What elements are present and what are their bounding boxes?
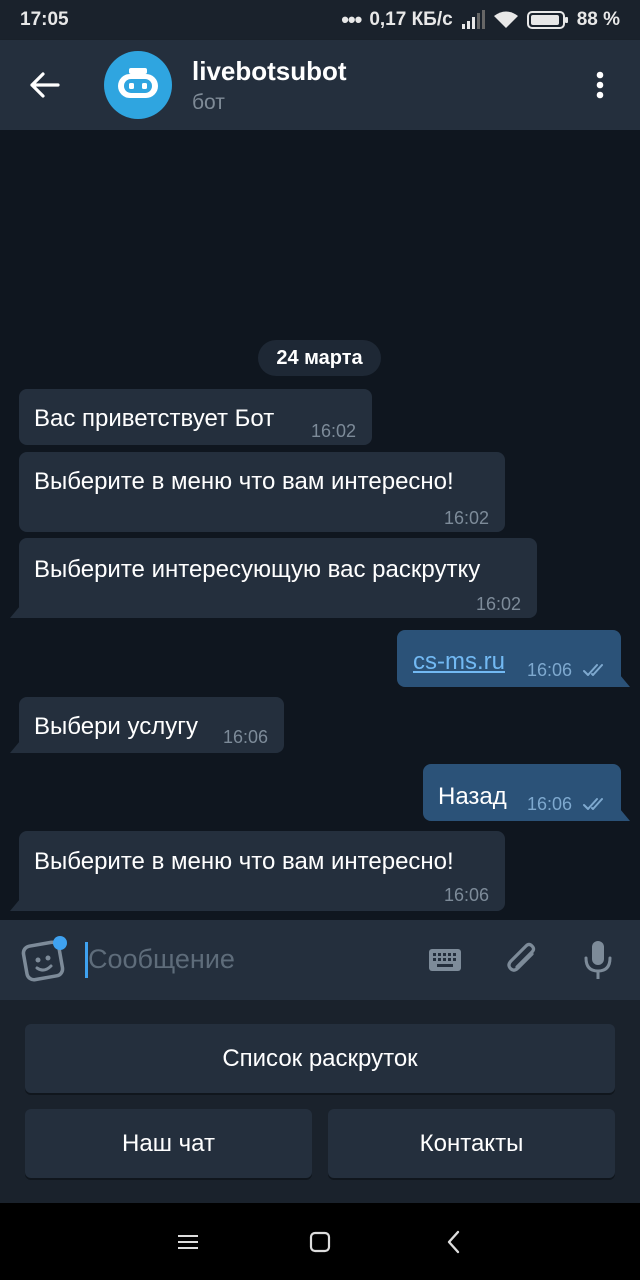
robot-icon bbox=[118, 68, 158, 98]
bubble-tail bbox=[620, 675, 630, 687]
message-time: 16:02 bbox=[444, 508, 490, 528]
battery-percent: 88 % bbox=[576, 9, 620, 30]
status-bar: 17:05 ••• 0,17 КБ/с 88 % bbox=[0, 0, 640, 40]
menu-icon bbox=[178, 1234, 198, 1249]
battery-icon bbox=[526, 11, 568, 29]
paperclip-icon bbox=[507, 942, 536, 972]
message-link[interactable]: cs-ms.ru bbox=[413, 648, 505, 676]
sticker-icon bbox=[21, 936, 67, 982]
message-text: Вас приветствует Бот bbox=[34, 405, 275, 432]
home-square-icon bbox=[309, 1231, 331, 1252]
signal-icon bbox=[461, 10, 485, 29]
bot-reply-keyboard: Список раскруток Наш чат Контакты bbox=[0, 1000, 640, 1203]
message-time: 16:06 bbox=[527, 660, 573, 680]
recent-apps-button[interactable] bbox=[158, 1203, 218, 1280]
chat-title: livebotsubot bbox=[192, 55, 347, 86]
message-time: 16:02 bbox=[476, 594, 522, 614]
message-text: Выберите в меню что вам интересно! bbox=[34, 848, 454, 875]
back-arrow-icon bbox=[30, 72, 60, 98]
chat-header: livebotsubot бот bbox=[0, 40, 640, 130]
message-input[interactable]: Сообщение bbox=[88, 944, 235, 975]
message-text: Выберите интересующую вас раскрутку bbox=[34, 556, 481, 583]
status-time: 17:05 bbox=[20, 9, 69, 30]
bot-avatar[interactable] bbox=[104, 51, 172, 119]
message-outgoing[interactable]: cs-ms.ru 16:06 bbox=[397, 630, 630, 687]
message-incoming[interactable]: Выберите интересующую вас раскрутку 16:0… bbox=[10, 538, 537, 618]
message-text: Выбери услугу bbox=[34, 713, 198, 740]
message-incoming[interactable]: Выберите в меню что вам интересно! 16:02 bbox=[19, 452, 505, 532]
bubble-tail bbox=[620, 809, 630, 821]
date-separator: 24 марта bbox=[258, 340, 381, 376]
bubble-tail bbox=[10, 741, 20, 753]
more-menu-button[interactable] bbox=[560, 40, 640, 130]
chevron-left-icon bbox=[447, 1230, 460, 1253]
read-checkmarks-icon bbox=[583, 664, 603, 676]
keyboard-button-promotions-list[interactable]: Список раскруток bbox=[25, 1024, 615, 1093]
network-speed: 0,17 КБ/с bbox=[369, 9, 453, 30]
chat-area[interactable]: 24 марта Вас приветствует Бот 16:02 Выбе… bbox=[0, 130, 640, 920]
keyboard-button-contacts[interactable]: Контакты bbox=[328, 1109, 615, 1178]
chat-subtitle: бот bbox=[192, 90, 225, 114]
status-indicators: ••• 0,17 КБ/с 88 % bbox=[341, 9, 620, 31]
bot-keyboard-toggle-button[interactable] bbox=[420, 940, 470, 980]
more-vertical-icon bbox=[596, 71, 604, 99]
system-navigation-bar bbox=[0, 1203, 640, 1280]
system-back-button[interactable] bbox=[424, 1203, 484, 1280]
message-time: 16:02 bbox=[311, 421, 357, 441]
back-button[interactable] bbox=[0, 40, 90, 130]
voice-record-button[interactable] bbox=[574, 934, 622, 986]
home-button[interactable] bbox=[290, 1203, 350, 1280]
message-composer: Сообщение bbox=[0, 920, 640, 1000]
bubble-tail bbox=[10, 606, 20, 618]
notification-dots-icon: ••• bbox=[341, 7, 362, 32]
message-incoming[interactable]: Выбери услугу 16:06 bbox=[10, 697, 284, 753]
message-time: 16:06 bbox=[444, 885, 490, 905]
message-outgoing[interactable]: Назад 16:06 bbox=[423, 764, 630, 821]
message-incoming[interactable]: Выберите в меню что вам интересно! 16:06 bbox=[10, 831, 505, 911]
message-time: 16:06 bbox=[223, 727, 269, 747]
message-incoming[interactable]: Вас приветствует Бот 16:02 bbox=[19, 389, 372, 445]
read-checkmarks-icon bbox=[583, 798, 603, 810]
sticker-button[interactable] bbox=[18, 936, 72, 984]
message-text: Назад bbox=[438, 783, 507, 810]
message-text: Выберите в меню что вам интересно! bbox=[34, 468, 454, 495]
microphone-icon bbox=[584, 941, 612, 979]
attach-button[interactable] bbox=[498, 936, 546, 984]
message-time: 16:06 bbox=[527, 794, 573, 814]
keyboard-button-our-chat[interactable]: Наш чат bbox=[25, 1109, 312, 1178]
bubble-tail bbox=[10, 899, 20, 911]
keyboard-icon bbox=[429, 949, 461, 971]
wifi-icon bbox=[493, 11, 518, 28]
chat-title-block[interactable]: livebotsubot бот bbox=[192, 56, 347, 115]
